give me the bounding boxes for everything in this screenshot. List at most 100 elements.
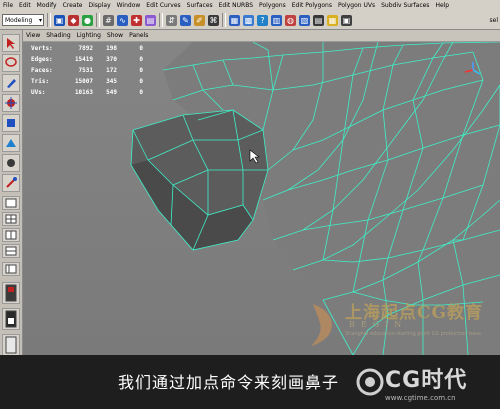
hud-c: 0 [139,56,143,63]
move-tool-icon[interactable] [2,94,20,112]
menu-edit-polygons[interactable]: Edit Polygons [289,0,335,11]
layout-render-icon[interactable] [2,308,20,330]
hud-row: Tris: 15007 345 0 [31,76,143,87]
brush-logo-icon [311,304,332,346]
snap-plane-icon[interactable]: ▤ [145,14,156,26]
hud-row: Edges: 15419 370 0 [31,54,143,65]
hud-a: 15419 [74,56,93,63]
watermark: 上海起点CG教育 BEGIN Shanghai education starti… [305,298,500,356]
select-tool-icon[interactable] [2,34,20,52]
hud-label: Tris: [31,78,50,85]
last-tool-icon[interactable] [2,174,20,192]
panel-menu-view[interactable]: View [23,30,43,41]
hud-a: 7892 [78,45,93,52]
select-hierarchy-icon[interactable]: ▣ [54,14,65,26]
shelf-separator [47,13,51,27]
hud-b: 198 [106,45,117,52]
hud-b: 345 [106,78,117,85]
panel-menu-bar: View Shading Lighting Show Panels [23,30,500,42]
layout-hypershade-icon[interactable] [2,282,20,304]
menu-subdiv-surfaces[interactable]: Subdiv Surfaces [378,0,432,11]
hud-b: 172 [106,67,117,74]
hud-c: 0 [139,89,143,96]
rotate-tool-icon[interactable] [2,114,20,132]
menu-help[interactable]: Help [432,0,452,11]
toolbox [0,30,23,409]
ipr-render-icon[interactable]: ▩ [243,14,254,26]
menu-modify[interactable]: Modify [34,0,60,11]
hud-a: 15007 [74,78,93,85]
scale-tool-icon[interactable] [2,134,20,152]
snap-grid-icon[interactable]: # [103,14,114,26]
tool-settings-icon[interactable]: ▣ [341,14,352,26]
layout-script-icon[interactable] [2,334,20,356]
layout-outliner-icon[interactable] [2,262,20,276]
manipulator-icon[interactable] [2,154,20,172]
logo-swirl-icon [356,368,384,396]
menu-edit[interactable]: Edit [16,0,34,11]
menu-file[interactable]: File [0,0,16,11]
logo-text: CG时代 [385,368,468,393]
output-ops-icon[interactable]: ✐ [194,14,205,26]
layout-four-icon[interactable] [2,212,20,226]
hypershade-icon[interactable]: ◍ [285,14,296,26]
hud-label: Faces: [31,67,53,74]
snap-curve-icon[interactable]: ∿ [117,14,128,26]
shelf-field[interactable]: sel [490,17,500,24]
select-component-icon[interactable]: ● [82,14,93,26]
logo-url: www.cgtime.com.cn [385,394,456,402]
input-ops-icon[interactable]: ✎ [180,14,191,26]
construction-history-icon[interactable]: ⌘ [208,14,219,26]
watermark-english-text: BEGIN [349,320,408,329]
menu-edit-nurbs[interactable]: Edit NURBS [216,0,256,11]
attribute-icon[interactable]: ▧ [299,14,310,26]
mode-dropdown[interactable]: Modeling ▾ [2,14,44,26]
hud-label: UVs: [31,89,46,96]
panel-menu-panels[interactable]: Panels [126,30,151,41]
mode-dropdown-value: Modeling [5,17,33,24]
poly-count-hud: Verts: 7892 198 0 Edges: 15419 370 0 Faces: 7531 1… [31,43,143,98]
menu-polygons[interactable]: Polygons [256,0,289,11]
watermark-subtitle-text: Shanghai education starting point CG pro… [345,331,481,337]
render-globals-icon[interactable]: ▥ [271,14,282,26]
paint-select-icon[interactable] [2,74,20,92]
hud-row: UVs: 10163 549 0 [31,87,143,98]
layout-single-icon[interactable] [2,196,20,210]
hud-b: 370 [106,56,117,63]
menu-surfaces[interactable]: Surfaces [184,0,216,11]
hud-a: 7531 [78,67,93,74]
render-icon[interactable]: ▦ [229,14,240,26]
layer-icon[interactable]: ▦ [327,14,338,26]
hud-c: 0 [139,67,143,74]
lasso-tool-icon[interactable] [2,54,20,72]
panel-menu-lighting[interactable]: Lighting [74,30,104,41]
help-icon[interactable]: ? [257,14,268,26]
menu-display[interactable]: Display [86,0,114,11]
select-object-icon[interactable]: ◆ [68,14,79,26]
hud-row: Faces: 7531 172 0 [31,65,143,76]
hud-row: Verts: 7892 198 0 [31,43,143,54]
hud-label: Edges: [31,56,53,63]
hud-label: Verts: [31,45,53,52]
caption-subtitle: 我们通过加点命令来刻画鼻子 [118,373,340,392]
menu-polygon-uvs[interactable]: Polygon UVs [335,0,378,11]
shelf-separator [96,13,100,27]
snap-point-icon[interactable]: ✚ [131,14,142,26]
panel-menu-shading[interactable]: Shading [43,30,73,41]
shelf-separator [222,13,226,27]
menu-window[interactable]: Window [114,0,144,11]
menu-edit-curves[interactable]: Edit Curves [143,0,183,11]
hud-b: 549 [106,89,117,96]
layout-two-icon[interactable] [2,228,20,242]
chevron-down-icon: ▾ [38,17,42,24]
shelf-separator [159,13,163,27]
layout-persp-graph-icon[interactable] [2,244,20,258]
panel-menu-show[interactable]: Show [104,30,126,41]
shelf-toolbar: Modeling ▾ ▣ ◆ ● # ∿ ✚ ▤ ⇵ ✎ ✐ ⌘ ▦ ▩ ? ▥… [0,11,500,30]
hud-c: 0 [139,45,143,52]
cg-time-logo: CG时代 www.cgtime.com.cn [355,360,500,409]
hud-a: 10163 [74,89,93,96]
menu-create[interactable]: Create [60,0,86,11]
history-icon[interactable]: ⇵ [166,14,177,26]
channel-box-icon[interactable]: ▤ [313,14,324,26]
